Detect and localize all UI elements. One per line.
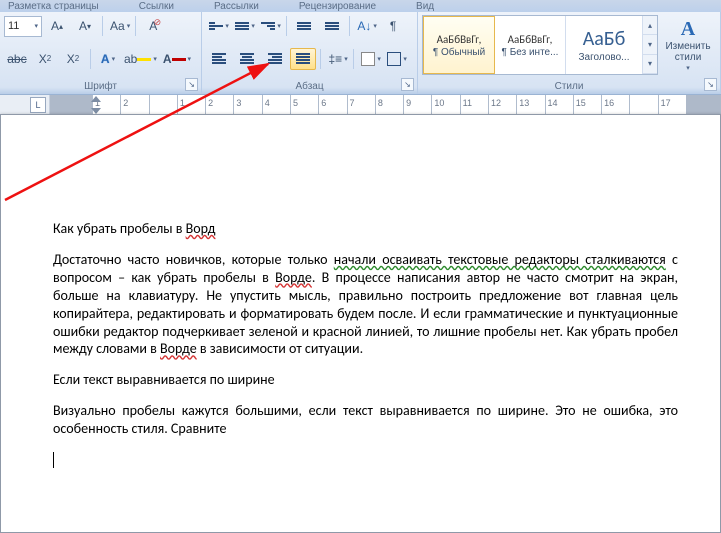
tab-review[interactable]: Рецензирование (299, 2, 376, 12)
first-line-indent-marker[interactable] (91, 96, 101, 102)
document-area: Как убрать пробелы в Ворд Достаточно час… (0, 114, 721, 533)
paragraph-dialog-launcher[interactable]: ↘ (401, 78, 414, 91)
align-center-button[interactable] (234, 48, 260, 70)
borders-button[interactable] (384, 48, 408, 70)
superscript-button[interactable]: X2 (60, 48, 86, 70)
highlight-button[interactable]: ab (121, 48, 158, 70)
ribbon-tabs: Разметка страницы Ссылки Рассылки Реценз… (0, 0, 721, 12)
styles-dialog-launcher[interactable]: ↘ (704, 78, 717, 91)
group-styles-label: Стили (422, 80, 716, 94)
sort-button[interactable]: A↓ (354, 15, 378, 37)
strikethrough-button[interactable]: abє (4, 48, 30, 70)
tab-view[interactable]: Вид (416, 2, 434, 12)
group-paragraph-label: Абзац (206, 80, 413, 94)
clear-formatting-button[interactable]: A⊘ (140, 15, 166, 37)
group-font: 11 A▴ A▾ Aa A⊘ abє X2 X2 A ab A Шрифт ↘ (0, 12, 202, 94)
increase-indent-button[interactable] (319, 15, 345, 37)
document-body[interactable]: Как убрать пробелы в Ворд Достаточно час… (1, 115, 720, 469)
grow-font-button[interactable]: A▴ (44, 15, 70, 37)
tab-links[interactable]: Ссылки (139, 2, 174, 12)
font-color-button[interactable]: A (160, 48, 192, 70)
group-paragraph: A↓ ¶ ‡≡ Абзац ↘ (202, 12, 418, 94)
style-tile-heading1[interactable]: АаБб Заголово... (566, 16, 643, 74)
change-styles-button[interactable]: A Изменить стили (660, 15, 716, 75)
change-case-button[interactable]: Aa (107, 15, 131, 37)
style-tile-nospacing[interactable]: АаБбВвГг, ¶ Без инте... (495, 16, 566, 74)
style-tile-normal[interactable]: АаБбВвГг, ¶ Обычный (423, 16, 495, 74)
change-styles-icon: A (681, 18, 695, 41)
shading-button[interactable] (358, 48, 382, 70)
text-effects-button[interactable]: A (95, 48, 119, 70)
justify-button[interactable] (290, 48, 316, 70)
page[interactable]: Как убрать пробелы в Ворд Достаточно час… (0, 114, 721, 533)
show-marks-button[interactable]: ¶ (380, 15, 406, 37)
bulleted-list-button[interactable] (206, 15, 230, 37)
font-dialog-launcher[interactable]: ↘ (185, 78, 198, 91)
line-spacing-button[interactable]: ‡≡ (325, 48, 349, 70)
subscript-button[interactable]: X2 (32, 48, 58, 70)
tab-page-layout[interactable]: Разметка страницы (8, 2, 99, 12)
ribbon: 11 A▴ A▾ Aa A⊘ abє X2 X2 A ab A Шрифт ↘ (0, 12, 721, 95)
tab-selector[interactable]: L (30, 97, 46, 113)
align-left-button[interactable] (206, 48, 232, 70)
shrink-font-button[interactable]: A▾ (72, 15, 98, 37)
styles-gallery[interactable]: АаБбВвГг, ¶ Обычный АаБбВвГг, ¶ Без инте… (422, 15, 658, 75)
decrease-indent-button[interactable] (291, 15, 317, 37)
align-right-button[interactable] (262, 48, 288, 70)
fontsize-combo[interactable]: 11 (4, 16, 42, 37)
group-styles: АаБбВвГг, ¶ Обычный АаБбВвГг, ¶ Без инте… (418, 12, 721, 94)
text-caret (53, 452, 54, 468)
tab-mailings[interactable]: Рассылки (214, 2, 259, 12)
numbered-list-button[interactable] (232, 15, 256, 37)
multilevel-list-button[interactable] (258, 15, 282, 37)
group-font-label: Шрифт (4, 80, 197, 94)
styles-gallery-scroll[interactable]: ▴▾▾ (643, 16, 657, 74)
horizontal-ruler[interactable]: L 121234567891011121314151617 (0, 95, 721, 116)
